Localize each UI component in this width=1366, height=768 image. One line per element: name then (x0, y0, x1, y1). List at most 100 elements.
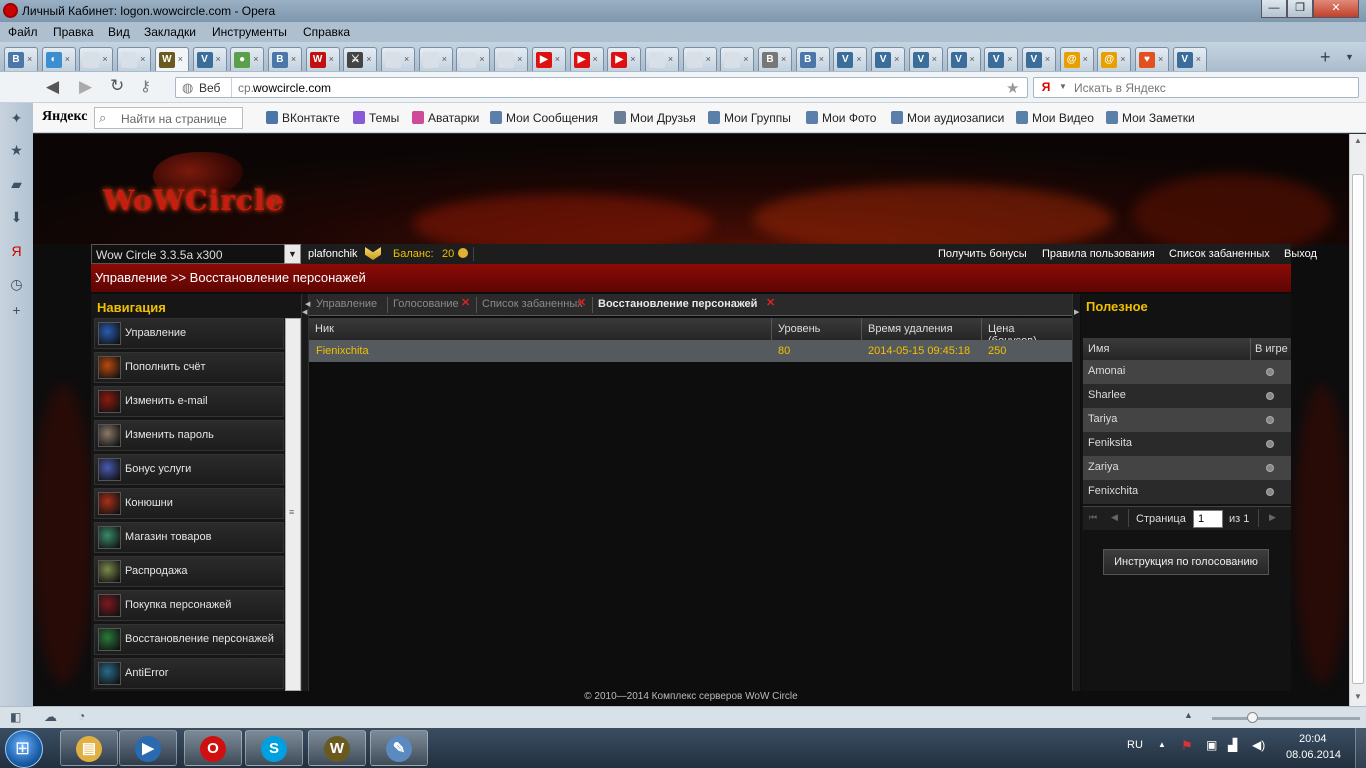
browser-tab[interactable]: V × (946, 47, 981, 71)
add-panel-icon[interactable]: + (9, 303, 24, 318)
start-button[interactable]: ⊞ (5, 730, 43, 768)
browser-tab[interactable]: W × (305, 47, 340, 71)
list-item[interactable]: Tariya (1083, 408, 1291, 432)
browser-tab[interactable]: × (117, 47, 152, 71)
yandex-panel-icon[interactable]: Я (9, 244, 24, 259)
tab-close-icon[interactable]: × (102, 54, 110, 64)
column-header-name[interactable]: Имя (1088, 343, 1109, 355)
table-row[interactable]: Fienixchita 80 2014-05-15 09:45:18 250 (309, 340, 1072, 362)
splitter[interactable]: ◀ (301, 294, 309, 691)
browser-tab[interactable]: × (381, 47, 415, 71)
yandex-link[interactable]: Мои Фото (806, 111, 876, 125)
tab-close-icon[interactable]: × (517, 54, 525, 64)
nav-item[interactable]: Восстановление персонажей (94, 624, 284, 655)
zoom-slider[interactable] (1212, 717, 1360, 720)
tab-close-icon[interactable]: × (442, 54, 450, 64)
device-icon[interactable]: ▣ (1206, 738, 1217, 752)
tab-close-icon[interactable]: × (593, 54, 601, 64)
browser-tab[interactable]: ▶ × (531, 47, 566, 71)
menu-edit[interactable]: Правка (53, 25, 94, 39)
browser-tab[interactable]: × (494, 47, 529, 71)
notes-icon[interactable]: ▰ (9, 177, 24, 192)
menu-view[interactable]: Вид (108, 25, 130, 39)
tab-close-icon[interactable]: × (630, 54, 638, 64)
tab-close-icon[interactable]: × (140, 54, 148, 64)
nav-item[interactable]: Покупка персонажей (94, 590, 284, 621)
browser-tab[interactable]: V × (908, 47, 943, 71)
new-tab-button[interactable]: + (1320, 47, 1331, 68)
browser-tab[interactable]: × (456, 47, 491, 71)
menu-tools[interactable]: Инструменты (212, 25, 287, 39)
list-item[interactable]: Feniksita (1083, 432, 1291, 456)
column-header-nick[interactable]: Ник (309, 318, 772, 340)
browser-tab[interactable]: × (644, 47, 679, 71)
scroll-up-icon[interactable]: ▲ (1354, 136, 1362, 145)
address-field[interactable]: ◍ Веб cp. wowcircle.com ★ (175, 77, 1028, 98)
yandex-link[interactable]: Темы (353, 111, 399, 125)
browser-tab[interactable]: V × (984, 47, 1019, 71)
prev-page-icon[interactable]: ◀ (1111, 512, 1118, 523)
nav-item[interactable]: Бонус услуги (94, 454, 284, 485)
scroll-tabs-left-icon[interactable]: ◀ (305, 300, 310, 308)
vote-instructions-button[interactable]: Инструкция по голосованию (1103, 549, 1269, 575)
tab-close-icon[interactable]: × (743, 54, 751, 64)
zoom-slider-handle[interactable] (1247, 712, 1258, 723)
view-icon[interactable]: ▲ (1184, 710, 1193, 720)
close-tab-icon[interactable]: ✕ (766, 296, 775, 309)
action-center-icon[interactable]: ⚑ (1181, 738, 1193, 754)
key-icon[interactable]: ⚷ (140, 77, 151, 95)
scrollbar-thumb[interactable] (1352, 174, 1364, 684)
browser-tab[interactable]: V × (871, 47, 906, 71)
browser-tab[interactable]: ♥ × (1135, 47, 1169, 71)
browser-tab[interactable]: ▶ × (607, 47, 642, 71)
list-item[interactable]: Zariya (1083, 456, 1291, 480)
browser-tab[interactable]: В × (795, 47, 830, 71)
volume-icon[interactable]: ◀) (1252, 738, 1265, 752)
chevron-down-icon[interactable]: ▼ (284, 244, 301, 264)
close-tab-icon[interactable]: ✕ (577, 296, 586, 309)
first-page-icon[interactable]: ⏮ (1089, 512, 1097, 523)
tab-close-icon[interactable]: × (253, 54, 261, 64)
bookmarks-icon[interactable]: ★ (9, 143, 24, 158)
tab-close-icon[interactable]: × (894, 54, 902, 64)
tray-expand-icon[interactable]: ▲ (1158, 740, 1166, 749)
chevron-down-icon[interactable]: ▼ (1059, 82, 1067, 91)
turbo-icon[interactable]: ◔ (78, 709, 85, 723)
browser-tab[interactable]: × (418, 47, 453, 71)
nav-item[interactable]: Пополнить счёт (94, 352, 284, 383)
taskbar-paint[interactable]: ✎ (370, 730, 428, 766)
forward-icon[interactable]: ▶ (79, 77, 92, 97)
collapse-left-icon[interactable]: ◀ (302, 308, 307, 316)
browser-tab[interactable]: × (720, 47, 755, 71)
network-icon[interactable]: ▟ (1228, 738, 1237, 752)
tab-close-icon[interactable]: × (1120, 54, 1128, 64)
search-field[interactable]: Я ▼ Искать в Яндекс (1033, 77, 1359, 98)
language-indicator[interactable]: RU (1127, 739, 1143, 751)
unite-icon[interactable]: ☁ (44, 709, 57, 725)
yandex-link[interactable]: Аватарки (412, 111, 479, 125)
collapse-right-icon[interactable]: ▶ (1074, 308, 1079, 316)
back-icon[interactable]: ◀ (46, 77, 59, 97)
nav-item[interactable]: AntiError (94, 658, 284, 689)
tab-close-icon[interactable]: × (706, 54, 714, 64)
column-header-level[interactable]: Уровень (772, 318, 862, 340)
browser-tab[interactable]: @ × (1059, 47, 1094, 71)
column-header-price[interactable]: Цена (бонусов) (982, 318, 1072, 347)
yandex-link[interactable]: Мои аудиозаписи (891, 111, 1004, 125)
browser-tab[interactable]: B × (758, 47, 792, 71)
tab-close-icon[interactable]: × (329, 54, 337, 64)
content-tab[interactable]: Список забаненных (482, 298, 583, 310)
taskbar-opera[interactable]: O (184, 730, 242, 766)
panel-toggle-icon[interactable]: ◧ (10, 710, 21, 724)
tab-close-icon[interactable]: × (479, 54, 487, 64)
tab-close-icon[interactable]: × (970, 54, 978, 64)
yandex-link[interactable]: Мои Группы (708, 111, 791, 125)
clock-date[interactable]: 08.06.2014 (1286, 749, 1341, 761)
nav-item[interactable]: Распродажа (94, 556, 284, 587)
yandex-link[interactable]: Мои Видео (1016, 111, 1094, 125)
list-item[interactable]: Amonai (1083, 360, 1291, 384)
rules-link[interactable]: Правила пользования (1042, 248, 1155, 260)
tab-close-icon[interactable]: × (819, 54, 827, 64)
yandex-link[interactable]: Мои Заметки (1106, 111, 1195, 125)
get-bonuses-link[interactable]: Получить бонусы (938, 248, 1027, 260)
